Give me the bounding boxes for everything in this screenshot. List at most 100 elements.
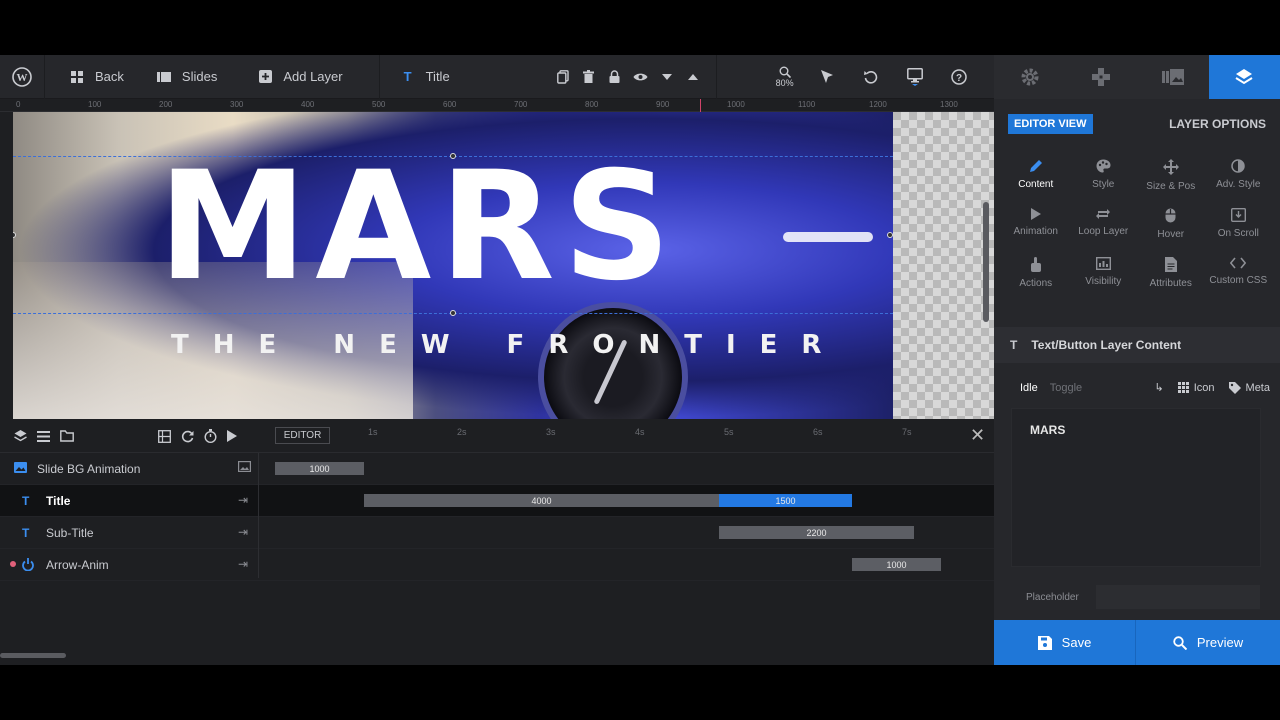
option-visibility[interactable]: Visibility <box>1070 257 1138 296</box>
timeline-bar[interactable]: 1500 <box>719 494 852 507</box>
timeline-panel: EDITOR 1s 2s 3s 4s 5s 6s 7s ✕ Slide BG A… <box>0 419 994 665</box>
navigation-tab[interactable] <box>1066 55 1138 99</box>
toggle-state-tab[interactable]: Toggle <box>1050 382 1082 394</box>
option-on-scroll[interactable]: On Scroll <box>1205 208 1273 247</box>
preview-button[interactable]: Preview <box>1136 620 1280 665</box>
icon-label: Icon <box>1193 381 1215 394</box>
undo-icon[interactable] <box>849 55 893 99</box>
slide-background: MARS THE NEW FRONTIER <box>13 112 893 419</box>
option-adv-style[interactable]: Adv. Style <box>1205 159 1273 198</box>
placeholder-input[interactable] <box>1096 585 1260 609</box>
ruler-mark: 900 <box>656 100 670 109</box>
slider-editor: W Back Slides Add Layer T Title 80% ? 0 … <box>0 55 1280 665</box>
save-button[interactable]: Save <box>994 620 1136 665</box>
scroll-icon <box>1230 208 1246 222</box>
option-content[interactable]: Content <box>1002 159 1070 198</box>
ruler-mark: 300 <box>230 100 244 109</box>
slide-canvas[interactable]: MARS THE NEW FRONTIER ✥ <box>13 112 994 419</box>
option-custom-css[interactable]: Custom CSS <box>1205 257 1273 296</box>
desktop-icon[interactable] <box>893 55 937 99</box>
svg-text:?: ? <box>956 73 962 84</box>
caret-up-icon[interactable] <box>680 55 706 99</box>
zoom-control[interactable]: 80% <box>765 55 805 99</box>
pencil-icon <box>1029 159 1043 173</box>
ruler-cursor-marker <box>700 99 701 112</box>
horizontal-ruler: 0 100 200 300 400 500 600 700 800 900 10… <box>0 99 994 112</box>
grid-icon <box>69 69 85 85</box>
layer-content-editor[interactable]: MARS <box>1011 408 1261 567</box>
jump-to-end-icon[interactable]: ⇥ <box>238 557 248 571</box>
line-break-icon[interactable]: ↳ <box>1155 381 1164 394</box>
time-tick: 6s <box>813 427 823 437</box>
text-layer-icon: T <box>403 69 412 84</box>
ruler-mark: 100 <box>88 100 102 109</box>
folder-icon[interactable] <box>60 430 74 442</box>
timeline-bar[interactable]: 1000 <box>852 558 941 571</box>
jump-to-end-icon[interactable]: ⇥ <box>238 493 248 507</box>
timeline-row[interactable]: T Sub-Title ⇥ 2200 <box>0 517 994 549</box>
caret-down-icon[interactable] <box>654 55 680 99</box>
resize-handle[interactable] <box>450 310 456 316</box>
layers-tab[interactable] <box>1208 55 1280 99</box>
slides-button[interactable]: Slides <box>140 55 237 99</box>
timeline-bar[interactable]: 2200 <box>719 526 914 539</box>
palette-icon <box>1096 159 1111 173</box>
close-icon[interactable]: ✕ <box>970 425 985 446</box>
ruler-mark: 400 <box>301 100 315 109</box>
save-bar: Save Preview <box>994 620 1280 665</box>
option-style[interactable]: Style <box>1070 159 1138 198</box>
layer-option-grid: Content Style Size & Pos Adv. Style Anim… <box>1002 159 1272 296</box>
grid-view-icon[interactable] <box>158 429 171 443</box>
row-label: Sub-Title <box>46 526 94 540</box>
cursor-icon[interactable] <box>805 55 849 99</box>
option-attributes[interactable]: Attributes <box>1137 257 1205 296</box>
folder-image-icon[interactable] <box>238 461 251 472</box>
duplicate-icon[interactable] <box>550 55 576 99</box>
title-layer[interactable]: MARS <box>158 152 679 302</box>
option-actions[interactable]: Actions <box>1002 257 1070 296</box>
timeline-bar[interactable]: 1000 <box>275 462 364 475</box>
option-label: Content <box>1018 179 1054 190</box>
contrast-icon <box>1231 159 1245 173</box>
canvas-scrollbar[interactable] <box>983 202 989 322</box>
option-loop-layer[interactable]: Loop Layer <box>1070 208 1138 247</box>
help-icon[interactable]: ? <box>937 55 981 99</box>
editor-view-button[interactable]: EDITOR VIEW <box>1008 114 1093 134</box>
timeline-row[interactable]: Arrow-Anim ⇥ 1000 <box>0 549 994 581</box>
settings-tab[interactable] <box>994 55 1066 99</box>
slide-options-tab[interactable] <box>1137 55 1209 99</box>
option-size-pos[interactable]: Size & Pos <box>1137 159 1205 198</box>
back-button[interactable]: Back <box>45 55 140 99</box>
idle-state-tab[interactable]: Idle <box>1020 382 1038 394</box>
add-layer-button[interactable]: Add Layer <box>237 55 378 99</box>
magnifier-icon <box>779 66 791 78</box>
play-icon[interactable] <box>227 430 237 442</box>
gamepad-icon <box>1091 67 1111 87</box>
timeline-scrollbar[interactable] <box>0 653 66 658</box>
timeline-row[interactable]: T Title ⇥ 4000 1500 <box>0 485 994 517</box>
option-hover[interactable]: Hover <box>1137 208 1205 247</box>
editor-mode-tag[interactable]: EDITOR <box>275 427 330 444</box>
trash-icon[interactable] <box>576 55 602 99</box>
option-animation[interactable]: Animation <box>1002 208 1070 247</box>
resize-handle[interactable] <box>13 232 16 238</box>
timeline-row[interactable]: Slide BG Animation 1000 <box>0 453 994 485</box>
insert-icon-button[interactable]: Icon <box>1177 381 1215 394</box>
loop-icon[interactable] <box>181 430 194 443</box>
current-layer-title[interactable]: T Title <box>380 55 550 99</box>
resize-handle[interactable] <box>450 153 456 159</box>
layers-icon[interactable] <box>14 430 27 442</box>
insert-meta-button[interactable]: Meta <box>1228 381 1270 394</box>
timeline-bar[interactable]: 4000 <box>364 494 719 507</box>
lock-icon[interactable] <box>602 55 628 99</box>
section-header[interactable]: T Text/Button Layer Content <box>994 327 1280 363</box>
eye-icon[interactable] <box>628 55 654 99</box>
resize-handle[interactable] <box>887 232 893 238</box>
jump-to-end-icon[interactable]: ⇥ <box>238 525 248 539</box>
stopwatch-icon[interactable] <box>204 429 217 443</box>
wordpress-logo-icon[interactable]: W <box>0 55 44 99</box>
row-label: Arrow-Anim <box>46 558 109 572</box>
list-icon[interactable] <box>37 430 50 442</box>
ruler-mark: 600 <box>443 100 457 109</box>
subtitle-layer[interactable]: THE NEW FRONTIER <box>171 330 845 360</box>
